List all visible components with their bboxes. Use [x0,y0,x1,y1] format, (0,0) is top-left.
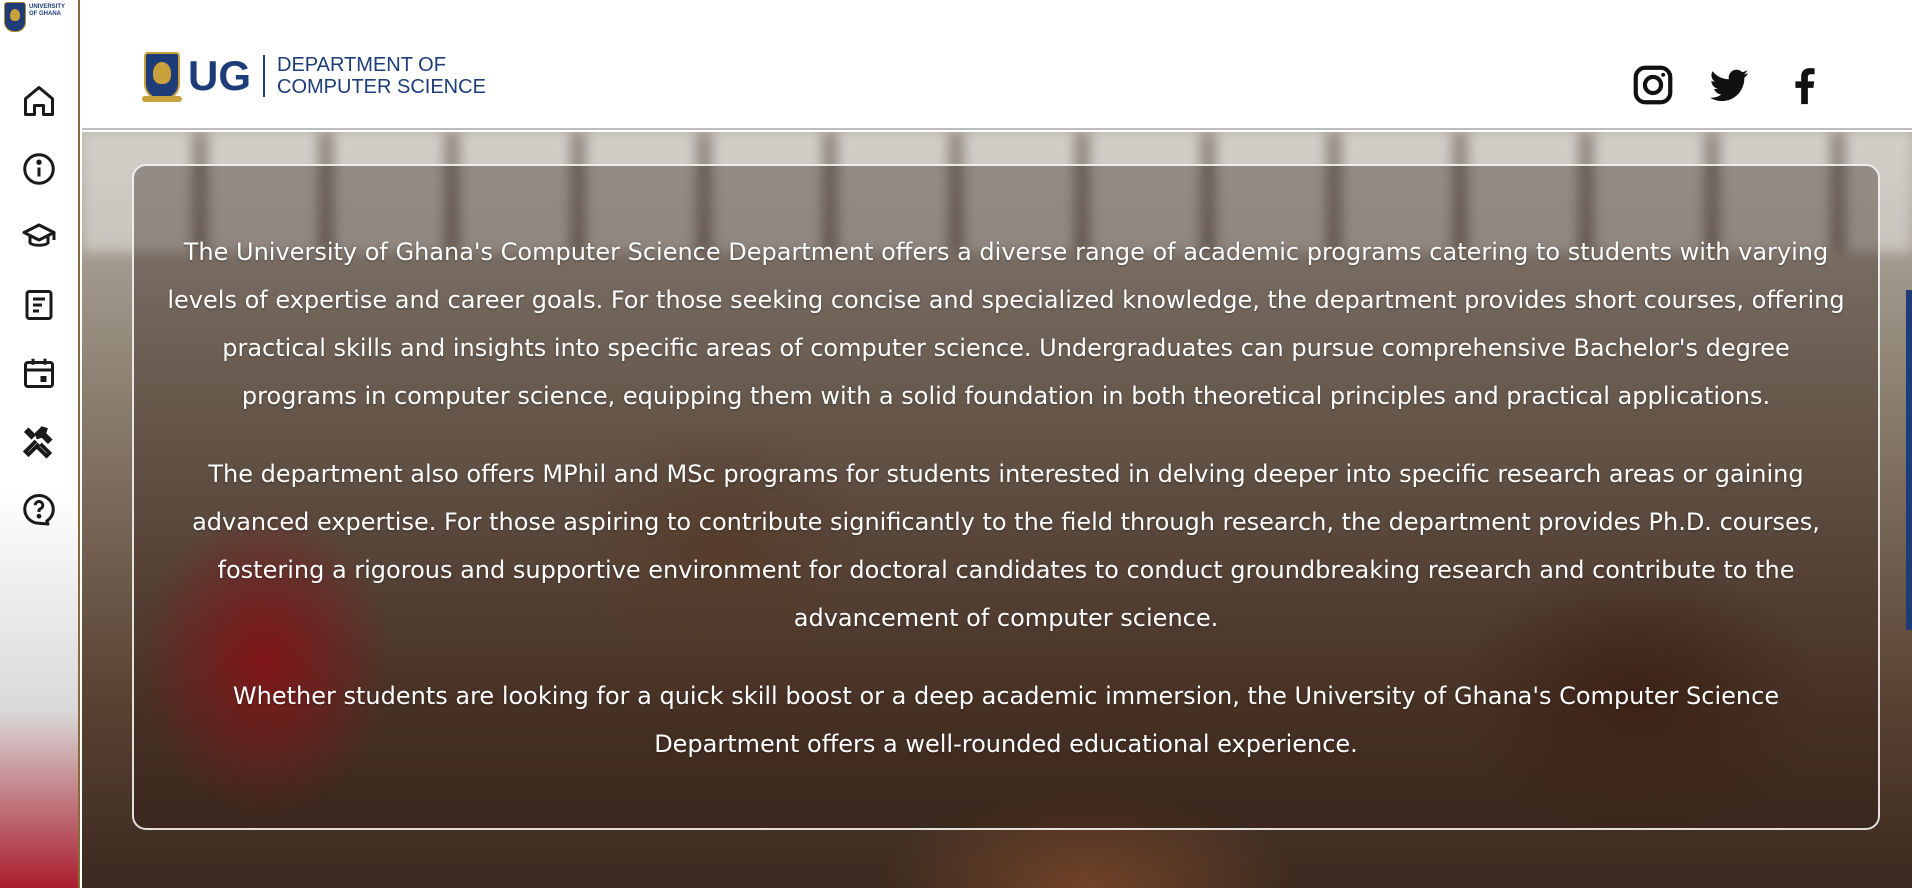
tools-icon [22,426,53,459]
sidebar-logo[interactable]: UNIVERSITY OF GHANA [4,2,65,32]
twitter-link[interactable] [1706,62,1752,108]
calendar-icon [24,358,54,388]
university-crest-icon [142,52,182,102]
sidebar-item-home[interactable] [19,80,59,122]
sidebar-item-events[interactable] [19,352,59,394]
overview-paragraph-3: Whether students are looking for a quick… [232,682,1780,758]
sidebar-item-tools[interactable] [19,420,59,462]
header: UG DEPARTMENT OF COMPUTER SCIENCE [82,0,1912,130]
mini-logo-line2: OF GHANA [29,11,61,17]
department-name: DEPARTMENT OF COMPUTER SCIENCE [277,54,486,98]
department-name-line2: COMPUTER SCIENCE [277,76,486,98]
facebook-icon [1795,68,1815,105]
sidebar-item-help[interactable] [19,488,59,530]
sidebar-item-programs[interactable] [19,216,59,258]
overview-paragraph-1: The University of Ghana's Computer Scien… [167,238,1845,410]
sidebar-item-about[interactable] [19,148,59,190]
sidebar: UNIVERSITY OF GHANA [0,0,80,888]
department-logo[interactable]: UG DEPARTMENT OF COMPUTER SCIENCE [142,52,486,102]
brand-short: UG [188,52,251,99]
instagram-icon [1633,65,1673,105]
help-icon [23,494,55,526]
mini-logo-line1: UNIVERSITY [29,4,66,10]
document-icon [25,290,53,320]
sidebar-nav [0,80,78,530]
university-crest-icon [4,2,26,32]
instagram-link[interactable] [1630,62,1676,108]
brand-divider [263,55,265,97]
department-name-line1: DEPARTMENT OF [277,54,446,76]
facebook-link[interactable] [1782,62,1828,108]
social-links [1630,62,1828,108]
home-icon [24,86,54,116]
info-icon [23,153,55,185]
scroll-accent [1906,290,1912,630]
twitter-icon [1709,69,1749,102]
overview-paragraph-2: The department also offers MPhil and MSc… [192,460,1820,632]
programs-overview-card: The University of Ghana's Computer Scien… [132,164,1880,830]
graduation-cap-icon [22,223,56,247]
sidebar-item-news[interactable] [19,284,59,326]
